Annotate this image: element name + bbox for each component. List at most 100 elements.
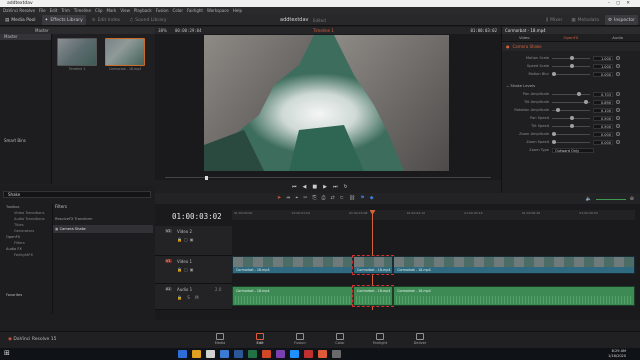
- slider-knob[interactable]: [570, 56, 574, 60]
- menu-item[interactable]: Playback: [134, 8, 152, 13]
- reset-icon[interactable]: [616, 56, 620, 60]
- param-value[interactable]: 1.000: [593, 55, 613, 61]
- marker-icon[interactable]: ◆: [370, 195, 374, 201]
- taskbar-app-icon[interactable]: [262, 350, 271, 358]
- track-badge[interactable]: A1: [165, 287, 172, 291]
- menu-item[interactable]: View: [120, 8, 130, 13]
- overwrite-clip-icon[interactable]: ⎙: [321, 195, 325, 201]
- sound-library-button[interactable]: ♫ Sound Library: [126, 15, 169, 25]
- mixer-button[interactable]: ⫼ Mixer: [543, 15, 565, 25]
- track-controls-icon[interactable]: 🔒▢▣: [177, 267, 196, 272]
- param-slider[interactable]: [552, 140, 590, 144]
- slider-knob[interactable]: [552, 132, 556, 136]
- param-slider[interactable]: [552, 92, 590, 96]
- tab-openfx[interactable]: OpenFX: [563, 35, 578, 40]
- menu-item[interactable]: Workspace: [207, 8, 229, 13]
- skip-start-icon[interactable]: ⏮: [292, 184, 297, 190]
- viewer-zoom[interactable]: 38%: [158, 28, 167, 33]
- media-pool-button[interactable]: ▤ Media Pool: [2, 15, 39, 25]
- smart-bins-header[interactable]: Smart Bins: [0, 138, 26, 144]
- menu-item[interactable]: Edit: [50, 8, 58, 13]
- effect-header[interactable]: ● Camera Shake: [502, 42, 640, 51]
- slider-knob[interactable]: [555, 108, 560, 112]
- taskbar-app-icon[interactable]: [234, 350, 243, 358]
- zoom-type-select[interactable]: Outward Only: [552, 147, 594, 153]
- taskbar-app-icon[interactable]: [276, 350, 285, 358]
- slider-knob[interactable]: [577, 92, 582, 96]
- snapping-icon[interactable]: ⊂: [340, 195, 344, 201]
- taskbar-app-icon[interactable]: [332, 350, 341, 358]
- link-icon[interactable]: ⛓: [349, 195, 355, 201]
- param-slider[interactable]: [552, 108, 590, 112]
- menu-item[interactable]: Fairlight: [187, 8, 203, 13]
- menu-item[interactable]: Fusion: [156, 8, 169, 13]
- dynamic-trim-icon[interactable]: ⌖: [295, 195, 298, 201]
- track-controls-icon[interactable]: 🔒 S M: [177, 295, 201, 300]
- system-clock[interactable]: 8:29 AM 1/16/2020: [608, 349, 626, 358]
- page-deliver-button[interactable]: Deliver: [405, 331, 435, 348]
- menu-item[interactable]: File: [39, 8, 46, 13]
- bin-master[interactable]: Master: [0, 34, 51, 40]
- clip-thumbnail[interactable]: Cormorbat - 18.mp4: [105, 38, 145, 71]
- menu-item[interactable]: Timeline: [74, 8, 91, 13]
- page-fusion-button[interactable]: Fusion: [285, 331, 315, 348]
- effects-tree-item[interactable]: FairlightFX: [0, 252, 52, 258]
- param-value[interactable]: 0.100: [593, 107, 613, 113]
- taskbar-app-icon[interactable]: [192, 350, 201, 358]
- taskbar-app-icon[interactable]: [220, 350, 229, 358]
- audio-clip[interactable]: Cormorbat - 18.mp4: [393, 286, 635, 306]
- tab-video[interactable]: Video: [519, 35, 530, 40]
- track-controls-icon[interactable]: 🔒▢▣: [177, 237, 196, 242]
- reset-icon[interactable]: [616, 92, 620, 96]
- shake-levels-header[interactable]: ⌄ Shake Levels: [502, 82, 640, 90]
- param-value[interactable]: 0.703: [593, 91, 613, 97]
- scrubber-playhead[interactable]: [205, 175, 208, 180]
- selection-tool-icon[interactable]: ➤: [277, 195, 281, 201]
- param-slider[interactable]: [552, 132, 590, 136]
- taskbar-app-icon[interactable]: [178, 350, 187, 358]
- audio-clip[interactable]: Cormorbat - 18.mp4: [232, 286, 353, 306]
- flag-icon[interactable]: ⚑: [360, 195, 364, 201]
- track-badge[interactable]: V1: [165, 259, 172, 263]
- reset-icon[interactable]: [616, 100, 620, 104]
- slider-knob[interactable]: [552, 140, 556, 144]
- video-clip[interactable]: Cormorbat - 18.mp4: [351, 255, 395, 275]
- timeline-name[interactable]: Timeline 1: [313, 28, 334, 33]
- slider-knob[interactable]: [570, 124, 574, 128]
- reset-icon[interactable]: [616, 72, 620, 76]
- taskbar-app-icon[interactable]: [304, 350, 313, 358]
- page-fairlight-button[interactable]: Fairlight: [365, 331, 395, 348]
- taskbar-app-icon[interactable]: [290, 350, 299, 358]
- slider-knob[interactable]: [570, 64, 574, 68]
- menu-item[interactable]: DaVinci Resolve: [3, 8, 35, 13]
- effect-item-resolvefx-transform[interactable]: ResolveFX Transform: [53, 215, 153, 223]
- window-controls[interactable]: –▢✕: [608, 0, 636, 7]
- metadata-button[interactable]: ▦ Metadata: [568, 15, 602, 25]
- param-slider[interactable]: [552, 56, 590, 60]
- slider-knob[interactable]: [552, 72, 556, 76]
- param-value[interactable]: 0.000: [593, 71, 613, 77]
- param-value[interactable]: 0.000: [593, 139, 613, 145]
- taskbar-app-icon[interactable]: [318, 350, 327, 358]
- video-clip[interactable]: Cormorbat - 18.mp4: [232, 256, 353, 274]
- track-badge[interactable]: V2: [165, 229, 172, 233]
- taskbar-app-icon[interactable]: [206, 350, 215, 358]
- slider-knob[interactable]: [570, 116, 574, 120]
- skip-end-icon[interactable]: ⏭: [333, 184, 338, 190]
- zoom-icon[interactable]: ⊕: [630, 196, 634, 202]
- volume-slider[interactable]: [595, 198, 626, 200]
- effects-search-input[interactable]: Shake: [3, 191, 151, 198]
- param-slider[interactable]: [552, 100, 590, 104]
- slider-knob[interactable]: [583, 100, 588, 104]
- edit-index-button[interactable]: ≡ Edit Index: [89, 15, 123, 25]
- effect-item-camera-shake[interactable]: ▣ Camera Shake: [53, 225, 153, 233]
- tab-audio[interactable]: Audio: [612, 35, 623, 40]
- param-value[interactable]: 0.500: [593, 115, 613, 121]
- param-value[interactable]: 0.500: [593, 123, 613, 129]
- menu-item[interactable]: Help: [233, 8, 242, 13]
- reset-icon[interactable]: [616, 116, 620, 120]
- param-slider[interactable]: [552, 64, 590, 68]
- insert-clip-icon[interactable]: ⎘: [312, 195, 316, 201]
- page-media-button[interactable]: Media: [205, 331, 235, 348]
- param-slider[interactable]: [552, 72, 590, 76]
